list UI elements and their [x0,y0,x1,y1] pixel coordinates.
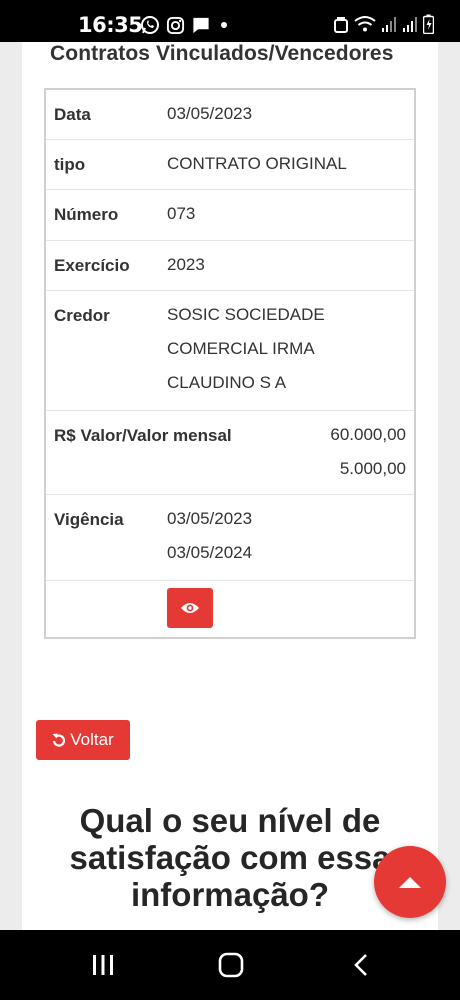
back-icon[interactable] [350,952,372,978]
row-value-line: CLAUDINO S A [167,373,287,392]
row-value: CONTRATO ORIGINAL [167,154,347,173]
back-button[interactable]: Voltar [36,720,130,760]
whatsapp-icon [141,16,159,34]
status-time: 16:35 [78,13,143,37]
row-value-line: 03/05/2023 [167,509,253,528]
table-row-vigencia: Vigência 03/05/2023 03/05/2024 [46,495,414,581]
contract-info-table: Data 03/05/2023 tipo CONTRATO ORIGINAL N… [44,88,416,639]
row-value-line: 03/05/2024 [167,543,253,562]
row-label: Credor [54,306,110,325]
row-label: R$ Valor/Valor mensal [54,426,232,445]
row-value-line: 60.000,00 [330,425,406,444]
instagram-icon [166,16,185,34]
table-row-actions [46,581,414,637]
page-content: Contratos Vinculados/Vencedores Data 03/… [0,42,460,930]
row-label: Exercício [54,256,130,275]
signal-icon [403,17,417,32]
recent-apps-icon[interactable] [90,952,116,978]
survey-title-line: Qual o seu nível de [79,802,381,839]
table-row-numero: Número 073 [46,190,414,241]
alarm-icon [334,17,348,33]
navigation-bar [0,930,460,1000]
row-value: 2023 [167,255,205,274]
table-row-exercicio: Exercício 2023 [46,241,414,291]
undo-icon [52,733,66,747]
table-row-credor: Credor SOSIC SOCIEDADE COMERCIAL IRMA CL… [46,291,414,411]
row-value-line: SOSIC SOCIEDADE [167,305,325,324]
table-row-valor: R$ Valor/Valor mensal 60.000,00 5.000,00 [46,411,414,495]
home-icon[interactable] [217,952,245,978]
contracts-card: Contratos Vinculados/Vencedores Data 03/… [22,42,438,794]
arrow-up-icon [399,877,421,888]
view-button[interactable] [167,588,213,628]
row-label: Número [54,205,119,224]
scroll-top-button[interactable] [374,846,446,918]
signal-icon [382,17,396,32]
wifi-icon [354,16,376,32]
row-label: tipo [54,155,86,174]
row-value: 03/05/2023 [167,104,253,123]
survey-card: Qual o seu nível de satisfação com essa … [22,768,438,930]
battery-icon [423,14,434,34]
row-value: 073 [167,204,196,223]
back-button-label: Voltar [70,730,114,749]
survey-title: Qual o seu nível de satisfação com essa … [22,802,438,913]
table-row-data: Data 03/05/2023 [46,90,414,140]
row-label: Vigência [54,510,124,529]
row-value-line: COMERCIAL IRMA [167,339,315,358]
section-title: Contratos Vinculados/Vencedores [50,42,394,65]
table-row-tipo: tipo CONTRATO ORIGINAL [46,140,414,190]
message-icon [193,17,209,33]
dot-icon [221,22,227,28]
status-bar: 16:35 [0,0,460,42]
row-label: Data [54,105,91,124]
eye-icon [181,603,199,613]
row-value-line: 5.000,00 [339,459,406,478]
